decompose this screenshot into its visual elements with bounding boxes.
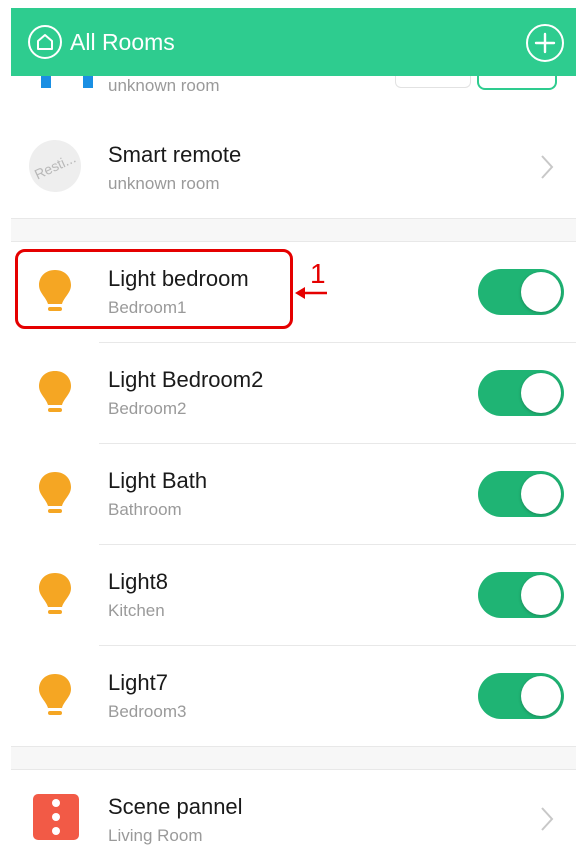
annotation-highlight-box — [15, 249, 293, 329]
device-name: Light8 — [108, 569, 168, 594]
toggle-knob — [521, 575, 561, 615]
toggle-knob — [521, 373, 561, 413]
device-row-light[interactable]: Light Bedroom2 Bedroom2 — [11, 343, 576, 443]
plus-icon — [534, 32, 556, 54]
device-room: Living Room — [108, 826, 203, 845]
device-row-smart-remote[interactable]: Resti... Smart remote unknown room — [11, 118, 576, 218]
page-title: All Rooms — [70, 28, 175, 55]
toggle-knob — [521, 272, 561, 312]
chevron-right-icon — [541, 155, 554, 179]
home-button[interactable] — [28, 25, 62, 59]
home-icon — [37, 34, 53, 50]
device-room: Bathroom — [108, 500, 182, 519]
device-room: Bedroom2 — [108, 399, 187, 418]
light-bulb-icon — [39, 472, 71, 513]
device-row-light[interactable]: Light7 Bedroom3 — [11, 646, 576, 746]
device-row-light[interactable]: Light8 Kitchen — [11, 545, 576, 645]
add-device-button[interactable] — [526, 24, 564, 62]
toggle-knob — [521, 676, 561, 716]
avatar-text: Resti... — [31, 149, 79, 183]
power-toggle[interactable] — [478, 471, 564, 517]
device-row-light[interactable]: Light Bath Bathroom — [11, 444, 576, 544]
power-toggle[interactable] — [478, 572, 564, 618]
power-toggle[interactable] — [478, 673, 564, 719]
power-toggle[interactable] — [478, 269, 564, 315]
annotation-number: 1 — [310, 258, 326, 289]
device-room: Bedroom3 — [108, 702, 187, 721]
scene-panel-icon — [33, 794, 79, 840]
section-gap — [11, 747, 576, 769]
device-name: Light7 — [108, 670, 168, 695]
chevron-right-icon — [541, 807, 554, 831]
device-name: Scene pannel — [108, 794, 243, 819]
device-name: Light Bedroom2 — [108, 367, 264, 392]
device-room: unknown room — [108, 174, 220, 193]
section-gap — [11, 219, 576, 241]
light-bulb-icon — [39, 674, 71, 715]
toggle-knob — [521, 474, 561, 514]
power-toggle[interactable] — [478, 370, 564, 416]
light-bulb-icon — [39, 573, 71, 614]
device-row-scene-panel[interactable]: Scene pannel Living Room — [11, 770, 576, 868]
device-room: Kitchen — [108, 601, 165, 620]
remote-avatar: Resti... — [20, 131, 90, 201]
device-name: Smart remote — [108, 142, 242, 167]
app-header: All Rooms — [11, 8, 576, 76]
device-name: Light Bath — [108, 468, 208, 493]
light-bulb-icon — [39, 371, 71, 412]
device-room: unknown room — [108, 76, 220, 95]
